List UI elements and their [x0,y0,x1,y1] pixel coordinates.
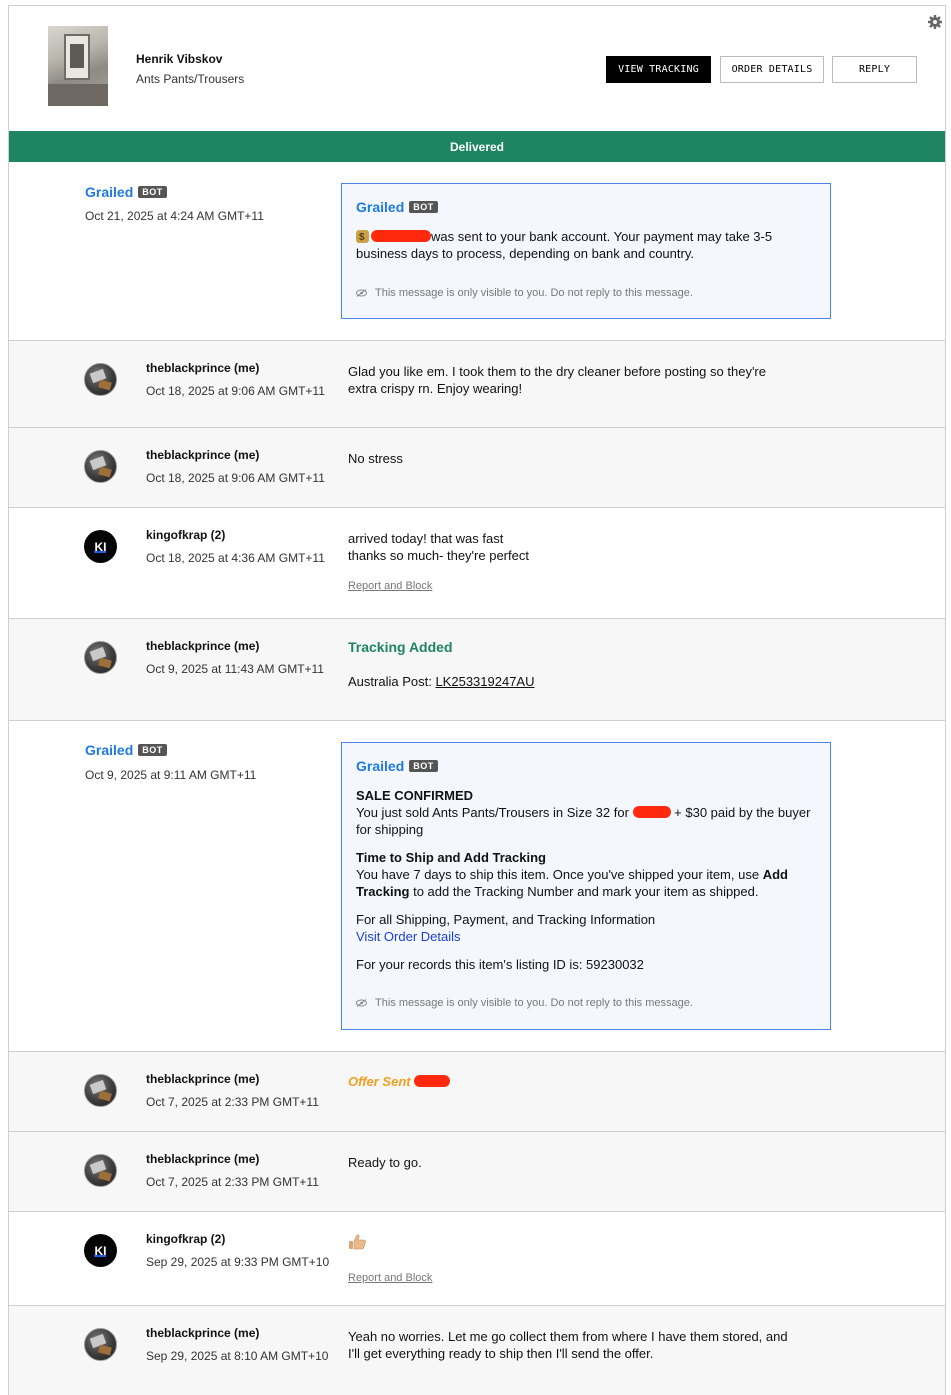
sender-name[interactable]: theblackprince (me) [146,448,259,462]
message-date: Oct 7, 2025 at 2:33 PM GMT+11 [146,1175,319,1189]
conversation-header: Henrik Vibskov Ants Pants/Trousers VIEW … [9,6,945,131]
message-date: Oct 18, 2025 at 9:06 AM GMT+11 [146,471,325,485]
tracking-info: Australia Post: LK253319247AU [348,674,535,689]
avatar[interactable]: KI [84,530,117,563]
listing-id-text: For your records this item's listing ID … [356,957,644,972]
private-note: This message is only visible to you. Do … [356,997,693,1009]
listing-thumbnail[interactable] [48,26,108,106]
avatar[interactable] [84,1328,117,1361]
bot-box-sender: Grailed BOT [356,199,438,215]
bot-badge: BOT [138,744,167,756]
bot-badge: BOT [138,186,167,198]
redaction-mark [371,230,431,242]
message-item: theblackprince (me) Oct 7, 2025 at 2:33 … [9,1132,945,1212]
message-text: arrived today! that was fast thanks so mu… [348,531,529,563]
reply-button[interactable]: REPLY [832,56,917,83]
message-item: theblackprince (me) Oct 9, 2025 at 11:43… [9,619,945,721]
thumbs-up-icon [349,1234,366,1250]
sender-name[interactable]: theblackprince (me) [146,1072,259,1086]
seller-name[interactable]: Henrik Vibskov [136,52,222,66]
bot-message-box: Grailed BOT SALE CONFIRMED You just sold … [341,742,831,1030]
status-banner: Delivered [9,131,945,162]
redaction-mark [414,1075,451,1087]
avatar[interactable] [84,641,117,674]
bot-sender: Grailed BOT [85,184,167,200]
message-item: theblackprince (me) Sep 29, 2025 at 8:10… [9,1306,945,1395]
message-text: Glad you like em. I took them to the dry… [348,364,766,396]
avatar[interactable] [84,363,117,396]
message-date: Oct 7, 2025 at 2:33 PM GMT+11 [146,1095,319,1109]
message-date: Sep 29, 2025 at 9:33 PM GMT+10 [146,1255,330,1269]
visit-order-details-link[interactable]: Visit Order Details [356,928,816,945]
private-note: This message is only visible to you. Do … [356,287,693,299]
item-name[interactable]: Ants Pants/Trousers [136,72,244,86]
sender-name[interactable]: kingofkrap (2) [146,528,225,542]
message-text: Ready to go. [348,1155,422,1170]
sender-name[interactable]: theblackprince (me) [146,639,259,653]
sender-name[interactable]: kingofkrap (2) [146,1232,225,1246]
bot-sender: Grailed BOT [85,742,167,758]
eye-slash-icon [356,999,367,1007]
ship-block: Time to Ship and Add Tracking You have 7… [356,850,788,899]
conversation-panel: Henrik Vibskov Ants Pants/Trousers VIEW … [8,5,946,1395]
sender-name[interactable]: theblackprince (me) [146,1152,259,1166]
tracking-added-title: Tracking Added [348,639,453,655]
redaction-mark [632,806,671,818]
message-item: theblackprince (me) Oct 18, 2025 at 9:06… [9,428,945,508]
bot-box-sender: Grailed BOT [356,758,438,774]
avatar[interactable] [84,450,117,483]
sale-confirmed-block: SALE CONFIRMED You just sold Ants Pants/… [356,788,811,837]
message-bot-payout: Grailed BOT Oct 21, 2025 at 4:24 AM GMT+1… [9,162,945,341]
order-details-button[interactable]: ORDER DETAILS [720,56,824,83]
message-item: KI kingofkrap (2) Oct 18, 2025 at 4:36 A… [9,508,945,619]
message-item: theblackprince (me) Oct 18, 2025 at 9:06… [9,341,945,428]
message-bot-sale: Grailed BOT Oct 9, 2025 at 9:11 AM GMT+11… [9,721,945,1052]
message-text: Yeah no worries. Let me go collect them … [348,1329,788,1361]
info-block: For all Shipping, Payment, and Tracking … [356,911,816,945]
message-date: Oct 18, 2025 at 9:06 AM GMT+11 [146,384,325,398]
message-date: Sep 29, 2025 at 8:10 AM GMT+10 [146,1349,329,1363]
message-date: Oct 9, 2025 at 9:11 AM GMT+11 [85,768,257,782]
message-date: Oct 21, 2025 at 4:24 AM GMT+11 [85,209,264,223]
bot-message-text: was sent to your bank account. Your paym… [356,228,816,262]
avatar[interactable]: KI [84,1234,117,1267]
message-item: theblackprince (me) Oct 7, 2025 at 2:33 … [9,1052,945,1132]
view-tracking-button[interactable]: VIEW TRACKING [606,56,711,83]
eye-slash-icon [356,289,367,297]
message-text: No stress [348,451,403,466]
offer-sent-label: Offer Sent [348,1074,451,1089]
sender-name[interactable]: theblackprince (me) [146,361,259,375]
report-block-link[interactable]: Report and Block [348,580,432,592]
tracking-number-link[interactable]: LK253319247AU [435,674,534,689]
sender-name[interactable]: theblackprince (me) [146,1326,259,1340]
message-date: Oct 9, 2025 at 11:43 AM GMT+11 [146,662,324,676]
avatar[interactable] [84,1074,117,1107]
avatar[interactable] [84,1154,117,1187]
report-block-link[interactable]: Report and Block [348,1272,432,1284]
bot-message-box: GrailedBOT was sent to your bank account… [341,183,831,319]
message-date: Oct 18, 2025 at 4:36 AM GMT+11 [146,551,325,565]
message-item: KI kingofkrap (2) Sep 29, 2025 at 9:33 P… [9,1212,945,1306]
money-bag-icon [356,229,369,246]
